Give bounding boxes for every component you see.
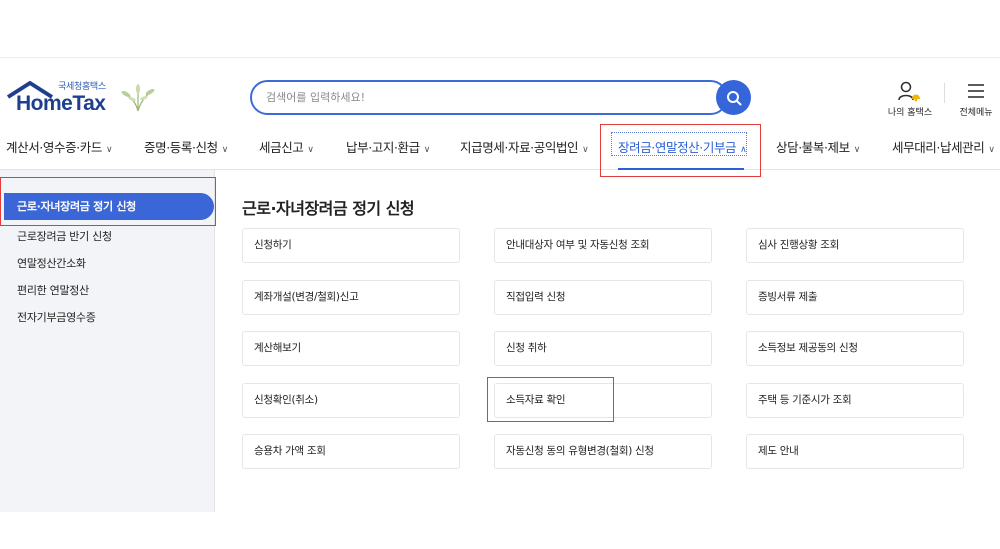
gnb-label: 납부·고지·환급 bbox=[346, 140, 420, 155]
page-title: 근로·자녀장려금 정기 신청 bbox=[242, 199, 415, 218]
gnb-payment-statement[interactable]: 지급명세·자료·공익법인 ∨ bbox=[460, 137, 589, 156]
search-bar bbox=[250, 80, 751, 115]
gnb-label: 계산서·영수증·카드 bbox=[6, 140, 102, 155]
gnb-payment-refund[interactable]: 납부·고지·환급 ∨ bbox=[346, 137, 430, 156]
gnb-tax-filing[interactable]: 세금신고 ∨ bbox=[259, 137, 314, 156]
chevron-down-icon: ∨ bbox=[988, 145, 995, 155]
search-input[interactable] bbox=[250, 80, 728, 115]
my-hometax-label: 나의 홈택스 bbox=[887, 108, 933, 118]
chevron-down-icon: ∨ bbox=[423, 145, 431, 155]
hometax-logo[interactable]: 국세청홈택스 HomeTax bbox=[6, 79, 156, 119]
all-menu-link[interactable]: 전체메뉴 bbox=[946, 79, 1000, 118]
header-divider bbox=[944, 83, 945, 103]
chevron-down-icon: ∨ bbox=[105, 145, 113, 155]
sidebar-item-yearend-simplified[interactable]: 연말정산간소화 bbox=[17, 255, 86, 271]
card-withdraw-application[interactable]: 신청 취하 bbox=[494, 331, 712, 366]
my-hometax-link[interactable]: 나의 홈택스 bbox=[880, 79, 940, 118]
card-apply[interactable]: 신청하기 bbox=[242, 228, 460, 263]
chevron-down-icon: ∨ bbox=[582, 145, 589, 155]
header: 국세청홈택스 HomeTax 나의 홈 bbox=[0, 59, 1000, 121]
card-income-consent[interactable]: 소득정보 제공동의 신청 bbox=[746, 331, 964, 366]
hamburger-menu-icon bbox=[968, 84, 984, 98]
card-review-status[interactable]: 심사 진행상황 조회 bbox=[746, 228, 964, 263]
all-menu-label: 전체메뉴 bbox=[959, 108, 993, 118]
chevron-down-icon: ∨ bbox=[853, 145, 861, 155]
card-submit-documents[interactable]: 증빙서류 제출 bbox=[746, 280, 964, 315]
plant-icon bbox=[121, 84, 155, 112]
highlight-box-gnb bbox=[600, 124, 761, 177]
card-auto-consent-change[interactable]: 자동신청 동의 유형변경(철회) 신청 bbox=[494, 434, 712, 469]
highlight-box-sidebar bbox=[0, 177, 216, 226]
sidebar-item-convenient-yearend[interactable]: 편리한 연말정산 bbox=[17, 282, 89, 298]
gnb-label: 지급명세·자료·공익법인 bbox=[460, 140, 579, 155]
gnb-invoice-receipt-card[interactable]: 계산서·영수증·카드 ∨ bbox=[6, 137, 113, 156]
sidebar-item-e-donation-receipt[interactable]: 전자기부금영수증 bbox=[17, 309, 96, 325]
sidebar-item-half-year-application[interactable]: 근로장려금 반기 신청 bbox=[17, 228, 112, 244]
search-icon bbox=[726, 90, 741, 105]
card-system-guide[interactable]: 제도 안내 bbox=[746, 434, 964, 469]
gnb-label: 상담·불복·제보 bbox=[776, 140, 850, 155]
gnb-consult-appeal-report[interactable]: 상담·불복·제보 ∨ bbox=[776, 137, 860, 156]
card-eligibility-inquiry[interactable]: 안내대상자 여부 및 자동신청 조회 bbox=[494, 228, 712, 263]
gnb-label: 증명·등록·신청 bbox=[144, 140, 218, 155]
logo-subtitle: 국세청홈택스 bbox=[58, 82, 106, 92]
chevron-down-icon: ∨ bbox=[307, 145, 314, 155]
person-bell-icon bbox=[898, 81, 920, 102]
highlight-box-income-check bbox=[487, 377, 614, 422]
card-calculator[interactable]: 계산해보기 bbox=[242, 331, 460, 366]
search-button[interactable] bbox=[716, 80, 751, 115]
card-check-cancel[interactable]: 신청확인(취소) bbox=[242, 383, 460, 418]
gnb-certificate-registration[interactable]: 증명·등록·신청 ∨ bbox=[144, 137, 228, 156]
gnb-label: 세금신고 bbox=[259, 140, 304, 155]
card-direct-input[interactable]: 직접입력 신청 bbox=[494, 280, 712, 315]
logo-title: HomeTax bbox=[16, 92, 106, 115]
gnb-tax-agent[interactable]: 세무대리·납세관리 ∨ bbox=[892, 137, 995, 156]
card-account-registration[interactable]: 계좌개설(변경/철회)신고 bbox=[242, 280, 460, 315]
gnb-label: 세무대리·납세관리 bbox=[892, 140, 985, 155]
bottom-band bbox=[0, 512, 1000, 549]
global-nav: 계산서·영수증·카드 ∨ 증명·등록·신청 ∨ 세금신고 ∨ 납부·고지·환급 ∨ 지급… bbox=[0, 122, 1000, 170]
card-housing-price[interactable]: 주택 등 기준시가 조회 bbox=[746, 383, 964, 418]
top-band bbox=[0, 0, 1000, 58]
chevron-down-icon: ∨ bbox=[221, 145, 229, 155]
card-vehicle-value[interactable]: 승용차 가액 조회 bbox=[242, 434, 460, 469]
